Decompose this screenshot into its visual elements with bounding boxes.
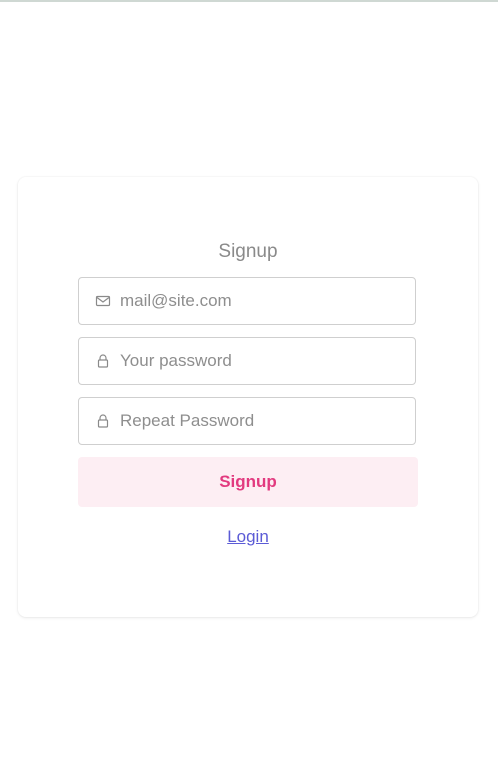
lock-icon [95, 353, 111, 369]
login-link-container: Login [18, 527, 478, 547]
password-input[interactable] [120, 338, 400, 384]
password-field[interactable] [78, 337, 416, 385]
signup-button[interactable]: Signup [78, 457, 418, 507]
top-border [0, 0, 498, 2]
repeat-password-input[interactable] [120, 398, 400, 444]
mail-icon [95, 293, 111, 309]
signup-card: Signup Signup Login [18, 177, 478, 617]
email-input[interactable] [120, 278, 400, 324]
repeat-password-field[interactable] [78, 397, 416, 445]
lock-icon [95, 413, 111, 429]
email-field[interactable] [78, 277, 416, 325]
form-title: Signup [218, 241, 278, 262]
login-link[interactable]: Login [227, 527, 269, 546]
